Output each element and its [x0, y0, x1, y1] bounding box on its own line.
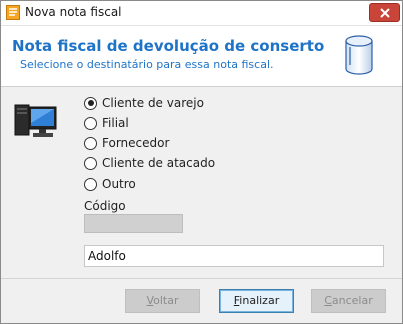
radio-cliente-varejo[interactable]: Cliente de varejo [84, 95, 204, 111]
radio-button[interactable] [84, 156, 97, 170]
close-button[interactable] [369, 3, 400, 22]
radio-label: Filial [102, 116, 129, 130]
radio-button[interactable] [84, 136, 97, 150]
radio-label: Cliente de varejo [102, 96, 204, 110]
cancel-button[interactable]: Cancelar [311, 289, 386, 313]
close-icon [380, 8, 390, 18]
cancel-button-label: Cancelar [324, 294, 373, 307]
radio-filial[interactable]: Filial [84, 115, 129, 131]
invoice-app-icon [6, 5, 20, 20]
finish-button-label: Finalizar [233, 294, 280, 307]
window-title: Nova nota fiscal [25, 5, 122, 19]
radio-fornecedor[interactable]: Fornecedor [84, 135, 169, 151]
radio-label: Cliente de atacado [102, 156, 216, 170]
codigo-label: Código [84, 199, 126, 213]
dialog-header: Nota fiscal de devolução de conserto Sel… [1, 26, 402, 87]
radio-button[interactable] [84, 177, 97, 191]
radio-outro[interactable]: Outro [84, 176, 136, 192]
back-button-label: Voltar [146, 294, 179, 307]
codigo-field [84, 214, 183, 233]
footer-divider [1, 278, 402, 279]
radio-label: Fornecedor [102, 136, 170, 150]
header-subtitle: Selecione o destinatário para essa nota … [20, 58, 274, 71]
header-title: Nota fiscal de devolução de conserto [12, 37, 325, 55]
back-button[interactable]: Voltar [125, 289, 200, 313]
recipient-name-field[interactable]: Adolfo [84, 245, 384, 267]
radio-button-checked[interactable] [84, 96, 97, 110]
radio-button[interactable] [84, 116, 97, 130]
cylinder-icon [345, 35, 373, 75]
dialog-window: Nova nota fiscal Nota fiscal de devoluçã… [0, 0, 403, 324]
finish-button[interactable]: Finalizar [219, 289, 294, 313]
title-bar[interactable]: Nova nota fiscal [1, 1, 402, 26]
radio-label: Outro [102, 177, 136, 191]
radio-cliente-atacado[interactable]: Cliente de atacado [84, 155, 215, 171]
computer-icon [14, 104, 57, 137]
